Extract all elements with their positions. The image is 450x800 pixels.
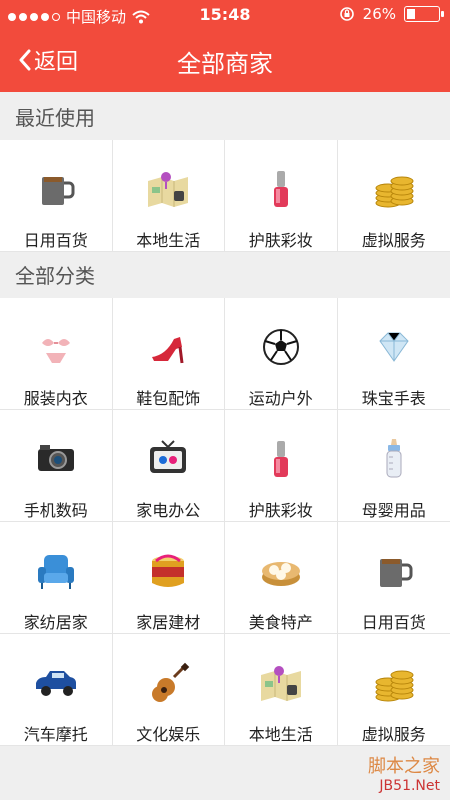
rotation-lock-icon xyxy=(339,7,354,21)
mug-icon xyxy=(28,162,84,215)
category-row: 家纺居家 家居建材 美食特产 日用百货 xyxy=(0,522,450,634)
category-item-label: 本地生活 xyxy=(248,725,313,744)
coins-icon xyxy=(366,656,422,709)
watermark: 脚本之家 JB51.Net xyxy=(368,752,440,794)
category-item[interactable]: 虚拟服务 xyxy=(338,634,450,745)
recent-section-title: 最近使用 xyxy=(0,96,450,140)
map-pin-icon xyxy=(140,162,196,215)
app-header: 中国移动 15:48 26% 返回 全部商家 xyxy=(0,0,450,92)
battery-percent: 26% xyxy=(362,5,396,23)
recent-item[interactable]: 本地生活 xyxy=(113,140,225,251)
nav-bar: 返回 全部商家 xyxy=(0,30,450,92)
category-item[interactable]: 日用百货 xyxy=(338,522,450,633)
guitar-icon xyxy=(140,656,196,709)
category-item[interactable]: 本地生活 xyxy=(225,634,338,745)
paint-bucket-icon xyxy=(140,544,196,597)
nail-polish-icon xyxy=(253,162,309,215)
category-item-label: 文化娱乐 xyxy=(136,725,201,744)
category-row: 汽车摩托 文化娱乐 本地生活 虚拟服务 xyxy=(0,634,450,746)
category-item-label: 珠宝手表 xyxy=(361,389,426,408)
category-item[interactable]: 家电办公 xyxy=(113,410,225,521)
recent-grid: 日用百货 本地生活 护肤彩妆 虚拟服务 xyxy=(0,140,450,252)
category-item[interactable]: 手机数码 xyxy=(0,410,113,521)
category-item[interactable]: 运动户外 xyxy=(225,298,338,409)
soccer-ball-icon xyxy=(253,320,309,373)
category-item-label: 护肤彩妆 xyxy=(248,501,313,520)
category-item[interactable]: 护肤彩妆 xyxy=(225,410,338,521)
category-item[interactable]: 鞋包配饰 xyxy=(113,298,225,409)
coins-icon xyxy=(366,162,422,215)
tv-icon xyxy=(140,432,196,485)
category-item[interactable]: 汽车摩托 xyxy=(0,634,113,745)
high-heel-icon xyxy=(140,320,196,373)
recent-item[interactable]: 虚拟服务 xyxy=(338,140,450,251)
recent-item[interactable]: 日用百货 xyxy=(0,140,113,251)
category-item[interactable]: 服装内衣 xyxy=(0,298,113,409)
category-item[interactable]: 家纺居家 xyxy=(0,522,113,633)
baby-bottle-icon xyxy=(366,432,422,485)
camera-icon xyxy=(28,432,84,485)
category-item[interactable]: 文化娱乐 xyxy=(113,634,225,745)
category-item-label: 母婴用品 xyxy=(361,501,426,520)
category-item[interactable]: 家居建材 xyxy=(113,522,225,633)
watermark-line1: 脚本之家 xyxy=(368,756,440,777)
status-bar: 中国移动 15:48 26% xyxy=(0,0,450,30)
category-item[interactable]: 珠宝手表 xyxy=(338,298,450,409)
category-item[interactable]: 美食特产 xyxy=(225,522,338,633)
category-item-label: 日用百货 xyxy=(361,613,426,632)
recent-item-label: 本地生活 xyxy=(136,231,201,250)
recent-item-label: 护肤彩妆 xyxy=(248,231,313,250)
category-item-label: 运动户外 xyxy=(248,389,313,408)
recent-item-label: 虚拟服务 xyxy=(361,231,426,250)
armchair-icon xyxy=(28,544,84,597)
recent-row: 日用百货 本地生活 护肤彩妆 虚拟服务 xyxy=(0,140,450,252)
nail-polish-icon xyxy=(253,432,309,485)
all-category-grid: 服装内衣 鞋包配饰 运动户外 珠宝手表手机数码 家电办公 护肤彩妆 母婴用品家纺居家 家居建材… xyxy=(0,298,450,746)
diamond-icon xyxy=(366,320,422,373)
recent-item-label: 日用百货 xyxy=(23,231,88,250)
recent-item[interactable]: 护肤彩妆 xyxy=(225,140,338,251)
car-icon xyxy=(28,656,84,709)
category-item-label: 汽车摩托 xyxy=(23,725,88,744)
category-item-label: 家电办公 xyxy=(136,501,201,520)
steamer-icon xyxy=(253,544,309,597)
category-item-label: 美食特产 xyxy=(248,613,313,632)
map-pin-icon xyxy=(253,656,309,709)
bra-icon xyxy=(28,320,84,373)
battery-icon xyxy=(404,6,444,22)
category-item-label: 虚拟服务 xyxy=(361,725,426,744)
category-item-label: 手机数码 xyxy=(23,501,88,520)
category-item-label: 服装内衣 xyxy=(23,389,88,408)
watermark-line2: JB51.Net xyxy=(379,778,440,794)
category-row: 服装内衣 鞋包配饰 运动户外 珠宝手表 xyxy=(0,298,450,410)
category-item-label: 家纺居家 xyxy=(23,613,88,632)
status-right: 26% xyxy=(339,5,444,23)
category-item-label: 鞋包配饰 xyxy=(136,389,201,408)
page-title: 全部商家 xyxy=(177,50,273,78)
category-item-label: 家居建材 xyxy=(136,613,201,632)
category-row: 手机数码 家电办公 护肤彩妆 母婴用品 xyxy=(0,410,450,522)
category-item[interactable]: 母婴用品 xyxy=(338,410,450,521)
mug-icon xyxy=(366,544,422,597)
all-section-title: 全部分类 xyxy=(0,254,450,298)
